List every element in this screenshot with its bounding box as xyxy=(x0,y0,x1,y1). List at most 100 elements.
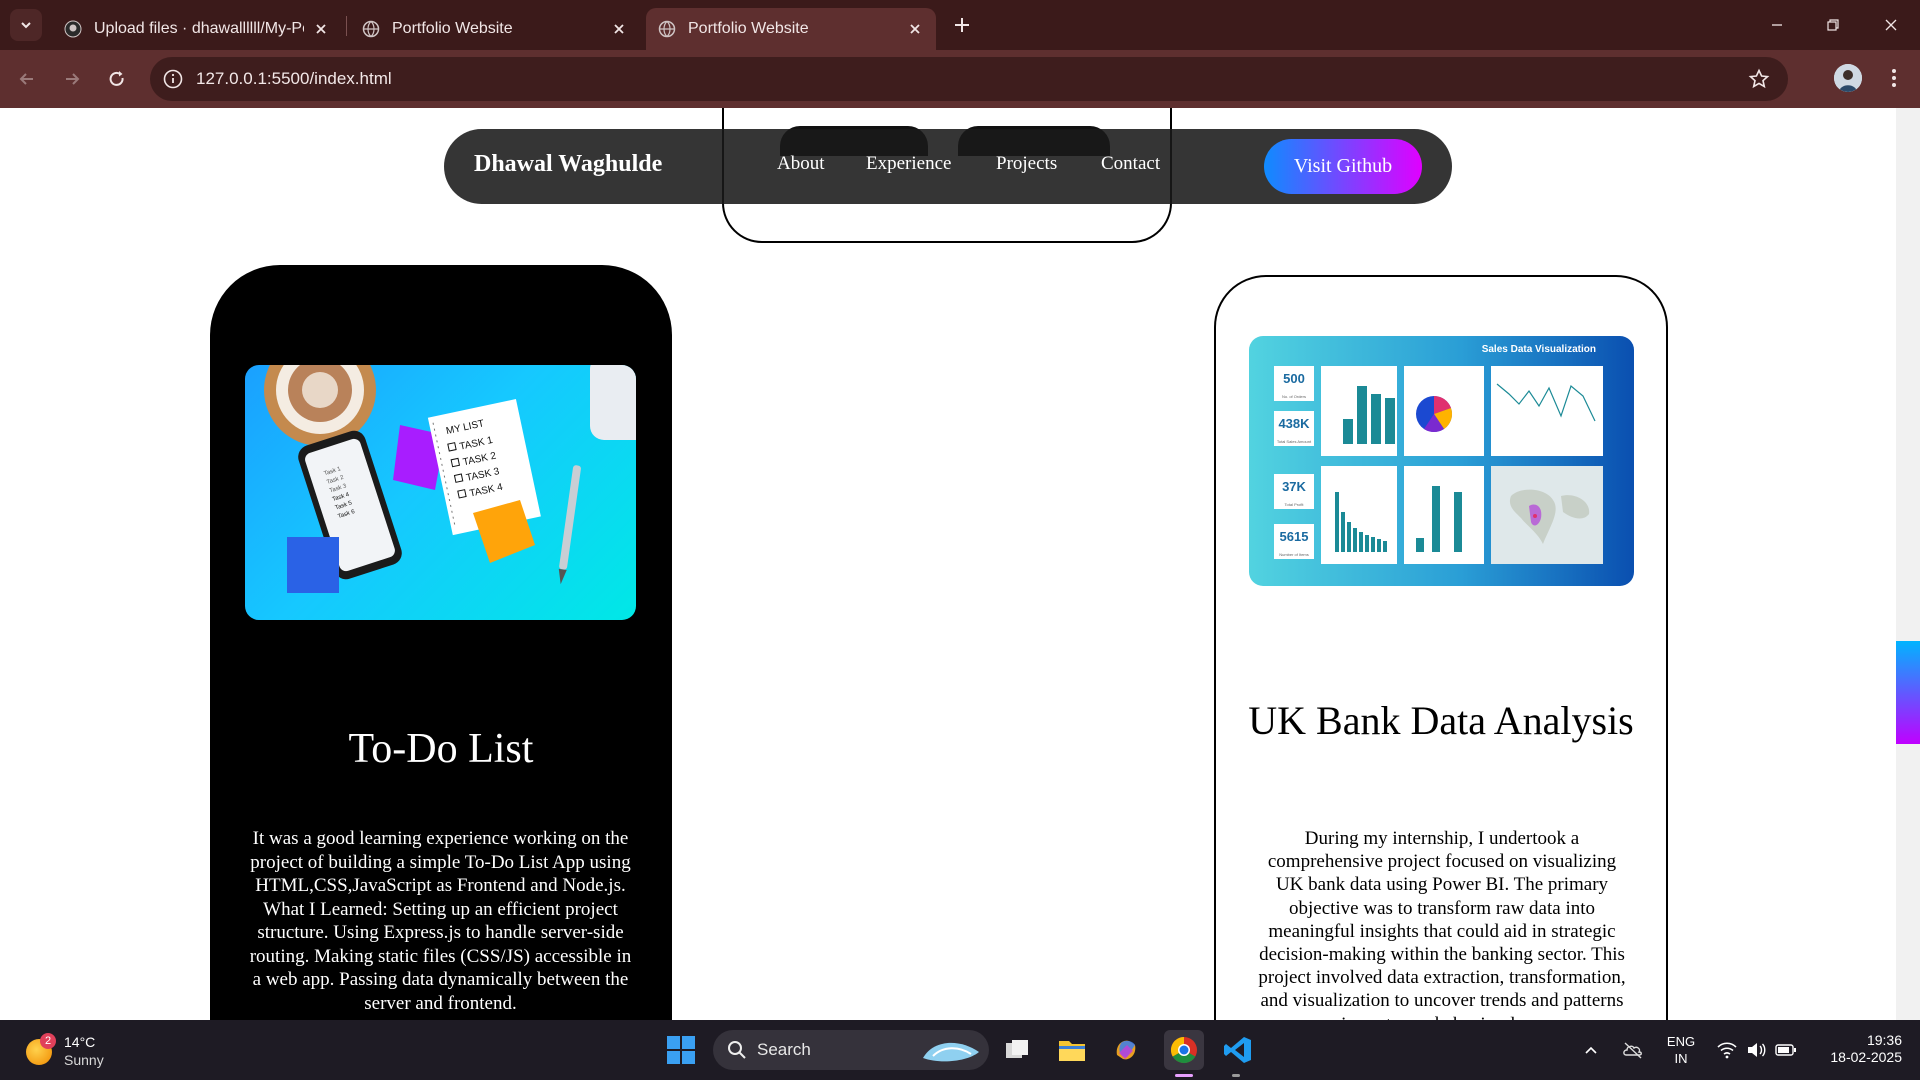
chart-panel xyxy=(1404,466,1484,564)
github-icon xyxy=(64,20,82,38)
restore-button[interactable] xyxy=(1818,10,1848,40)
kpi-card: 5615 Number of Items xyxy=(1274,524,1314,559)
clock[interactable]: 19:36 18-02-2025 xyxy=(1812,1032,1902,1066)
tab-title: Portfolio Website xyxy=(392,20,513,37)
url-text: 127.0.0.1:5500/index.html xyxy=(196,69,392,88)
vscode-taskbar-button[interactable] xyxy=(1220,1032,1256,1068)
onedrive-offline-icon[interactable] xyxy=(1622,1039,1644,1061)
search-highlight-icon xyxy=(923,1042,979,1062)
volume-icon[interactable] xyxy=(1745,1039,1767,1061)
chrome-active-indicator xyxy=(1175,1074,1193,1077)
nav-link-experience[interactable]: Experience xyxy=(866,153,951,175)
tab-separator xyxy=(346,16,347,36)
reload-icon xyxy=(109,71,124,86)
taskbar-search[interactable]: Search xyxy=(713,1030,989,1070)
bar xyxy=(1335,492,1339,552)
line-chart xyxy=(1496,383,1596,422)
start-button[interactable] xyxy=(663,1032,699,1068)
project-title: UK Bank Data Analysis xyxy=(1248,698,1634,743)
pie-panel xyxy=(1404,366,1484,456)
nav-link-contact[interactable]: Contact xyxy=(1101,153,1160,175)
tab-title: Portfolio Website xyxy=(688,20,809,37)
kpi-value: 5615 xyxy=(1279,529,1309,544)
nav-link-projects[interactable]: Projects xyxy=(996,153,1057,175)
copilot-button[interactable] xyxy=(1108,1032,1144,1068)
close-icon[interactable] xyxy=(906,20,924,38)
browser-toolbar: 127.0.0.1:5500/index.html xyxy=(0,50,1920,108)
tab-upload-files[interactable]: Upload files · dhawallllll/My-Por xyxy=(52,8,342,50)
new-tab-plus-icon[interactable] xyxy=(950,13,974,37)
bar xyxy=(1341,512,1345,552)
kpi-label: Total Profit xyxy=(1284,502,1304,507)
back-button[interactable] xyxy=(11,63,43,95)
scrollbar-thumb[interactable] xyxy=(1896,641,1920,744)
map-chart xyxy=(1509,489,1590,544)
kpi-label: No. of Orders xyxy=(1281,394,1306,399)
visit-github-button[interactable]: Visit Github xyxy=(1264,139,1422,194)
globe-icon xyxy=(362,20,380,38)
bar xyxy=(1343,419,1353,444)
chrome-taskbar-button[interactable] xyxy=(1164,1030,1204,1070)
bookmark-star-icon[interactable] xyxy=(1748,68,1770,90)
vscode-icon xyxy=(1224,1037,1251,1063)
bar xyxy=(1359,532,1363,552)
arrow-left-icon xyxy=(19,73,33,85)
bar xyxy=(1454,492,1462,552)
kpi-card: 438K Total Sales Amount xyxy=(1274,411,1314,446)
project-title: To-Do List xyxy=(348,726,534,772)
chevron-up-icon[interactable] xyxy=(1583,1042,1599,1058)
battery-icon[interactable] xyxy=(1774,1039,1798,1061)
weather-temperature: 14°C xyxy=(64,1034,96,1050)
close-icon[interactable] xyxy=(312,20,330,38)
notification-badge: 2 xyxy=(40,1033,56,1049)
bar xyxy=(1365,535,1369,552)
bar xyxy=(1371,537,1375,552)
language-indicator[interactable]: ENG IN xyxy=(1666,1033,1696,1067)
chrome-icon xyxy=(1170,1036,1197,1064)
close-icon xyxy=(1885,19,1897,31)
wifi-icon[interactable] xyxy=(1716,1039,1738,1061)
tab-portfolio-1[interactable]: Portfolio Website xyxy=(350,8,640,50)
tab-portfolio-active[interactable]: Portfolio Website xyxy=(646,8,936,50)
clock-date: 18-02-2025 xyxy=(1830,1049,1902,1065)
bar xyxy=(1371,394,1381,444)
windows-taskbar: 2 14°C Sunny Search ENG IN 19:36 18-02-2… xyxy=(0,1020,1920,1080)
info-icon[interactable] xyxy=(162,68,184,90)
avatar-icon xyxy=(1834,64,1862,92)
task-view-button[interactable] xyxy=(999,1032,1035,1068)
restore-icon xyxy=(1827,19,1839,31)
uk-bank-project-image: Sales Data Visualization 500 No. of Order… xyxy=(1249,336,1634,586)
bar xyxy=(1353,528,1357,552)
folder-icon xyxy=(1059,1041,1085,1061)
page-viewport: Dhawal Waghulde About Experience Project… xyxy=(0,108,1920,1020)
kpi-card: 500 No. of Orders xyxy=(1274,366,1314,401)
page-scrollbar[interactable] xyxy=(1896,108,1920,1020)
minimize-icon xyxy=(1772,24,1782,26)
project-card-uk-bank: Sales Data Visualization 500 No. of Order… xyxy=(1214,275,1668,1020)
minimize-button[interactable] xyxy=(1762,10,1792,40)
search-icon xyxy=(728,1041,746,1059)
close-icon[interactable] xyxy=(610,20,628,38)
windows-logo-icon xyxy=(667,1036,695,1064)
kpi-value: 37K xyxy=(1282,479,1306,494)
bar xyxy=(1432,486,1440,552)
address-bar[interactable]: 127.0.0.1:5500/index.html xyxy=(150,57,1788,101)
project-description: During my internship, I undertook a comp… xyxy=(1258,828,1626,1020)
task-view-icon xyxy=(1006,1040,1028,1058)
profile-avatar[interactable] xyxy=(1834,64,1862,92)
tab-search-button[interactable] xyxy=(10,9,42,41)
copilot-icon xyxy=(1116,1040,1136,1060)
todo-project-image: Task 1 Task 2 Task 3 Task 4 Task 5 Task … xyxy=(245,365,636,620)
close-window-button[interactable] xyxy=(1876,10,1906,40)
reload-button[interactable] xyxy=(101,63,133,95)
region-code: IN xyxy=(1674,1051,1688,1066)
map-panel xyxy=(1491,466,1603,564)
forward-button[interactable] xyxy=(56,63,88,95)
weather-widget[interactable]: 2 14°C Sunny xyxy=(26,1030,146,1072)
kpi-label: Number of Items xyxy=(1279,552,1309,557)
chevron-down-icon xyxy=(21,22,31,29)
file-explorer-button[interactable] xyxy=(1054,1032,1090,1068)
nav-link-about[interactable]: About xyxy=(777,153,825,175)
more-menu-icon[interactable] xyxy=(1882,66,1906,90)
site-brand[interactable]: Dhawal Waghulde xyxy=(474,151,662,178)
